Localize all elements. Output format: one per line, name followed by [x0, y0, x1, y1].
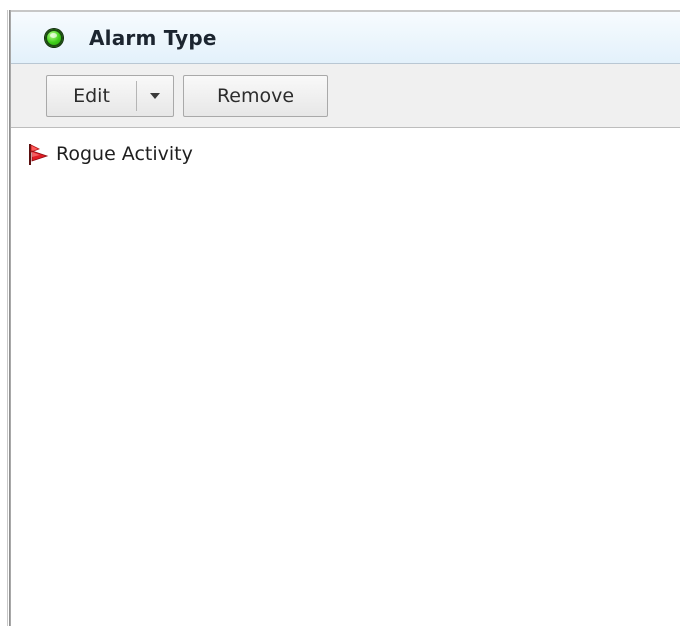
panel-title: Alarm Type [89, 26, 217, 50]
list-item-label: Rogue Activity [56, 143, 193, 165]
window-left-border [0, 10, 10, 626]
status-indicator-icon [45, 29, 63, 47]
edit-button[interactable]: Edit [47, 85, 136, 107]
panel-header: Alarm Type [11, 12, 680, 64]
toolbar: Edit Remove [11, 64, 680, 128]
alarm-type-window: Alarm Type Edit Remove Rogue Activity [0, 0, 680, 626]
alarm-type-list: Rogue Activity [11, 128, 680, 626]
edit-split-button: Edit [46, 75, 174, 117]
list-item[interactable]: Rogue Activity [25, 140, 193, 168]
remove-button[interactable]: Remove [183, 75, 328, 117]
chevron-down-icon [150, 93, 160, 99]
alarm-type-panel: Alarm Type Edit Remove Rogue Activity [10, 10, 680, 626]
red-flag-icon [29, 144, 49, 165]
edit-dropdown-button[interactable] [137, 76, 173, 116]
